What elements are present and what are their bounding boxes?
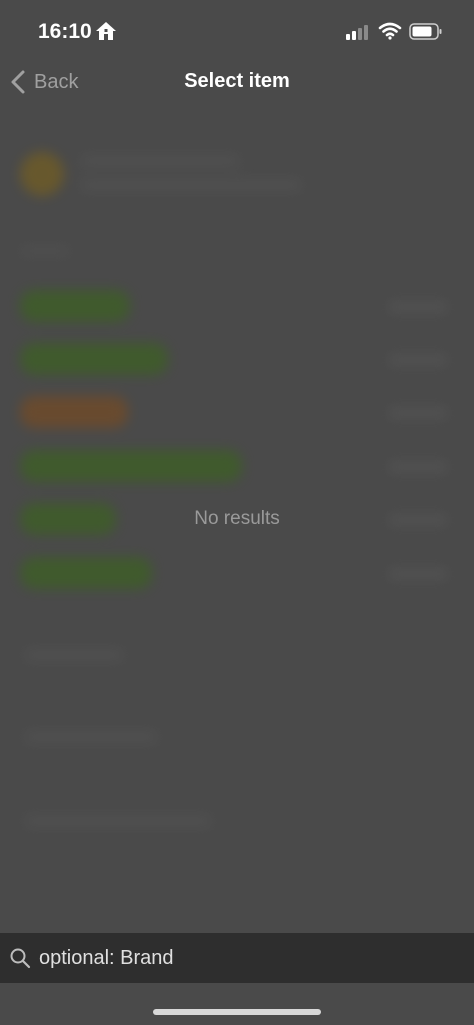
search-icon xyxy=(10,948,31,969)
blurred-value xyxy=(388,569,448,579)
battery-icon xyxy=(409,23,442,40)
blurred-line xyxy=(24,648,124,662)
blurred-tag xyxy=(20,557,152,589)
blurred-line xyxy=(80,178,302,192)
signal-icon xyxy=(346,25,368,40)
blurred-value xyxy=(388,408,448,418)
blurred-line xyxy=(24,814,212,828)
home-icon xyxy=(96,22,116,40)
search-bar xyxy=(0,933,474,983)
blurred-tag xyxy=(20,396,128,428)
blurred-avatar xyxy=(20,152,64,196)
blurred-line xyxy=(24,730,158,744)
home-indicator[interactable] xyxy=(153,1009,321,1015)
blurred-value xyxy=(388,302,448,312)
navigation-bar: Back Select item xyxy=(0,60,474,104)
page-title: Select item xyxy=(184,70,290,92)
blurred-line xyxy=(80,154,240,168)
blurred-tag xyxy=(20,343,168,375)
blurred-tag xyxy=(20,450,242,482)
blurred-line xyxy=(20,246,70,256)
blurred-tag xyxy=(20,290,130,322)
search-input[interactable] xyxy=(39,946,474,970)
wifi-icon xyxy=(378,22,402,40)
empty-state-message: No results xyxy=(194,508,280,529)
status-bar: 16:10 xyxy=(0,0,474,60)
blurred-value xyxy=(388,462,448,472)
blurred-value xyxy=(388,355,448,365)
status-time: 16:10 xyxy=(38,20,92,43)
